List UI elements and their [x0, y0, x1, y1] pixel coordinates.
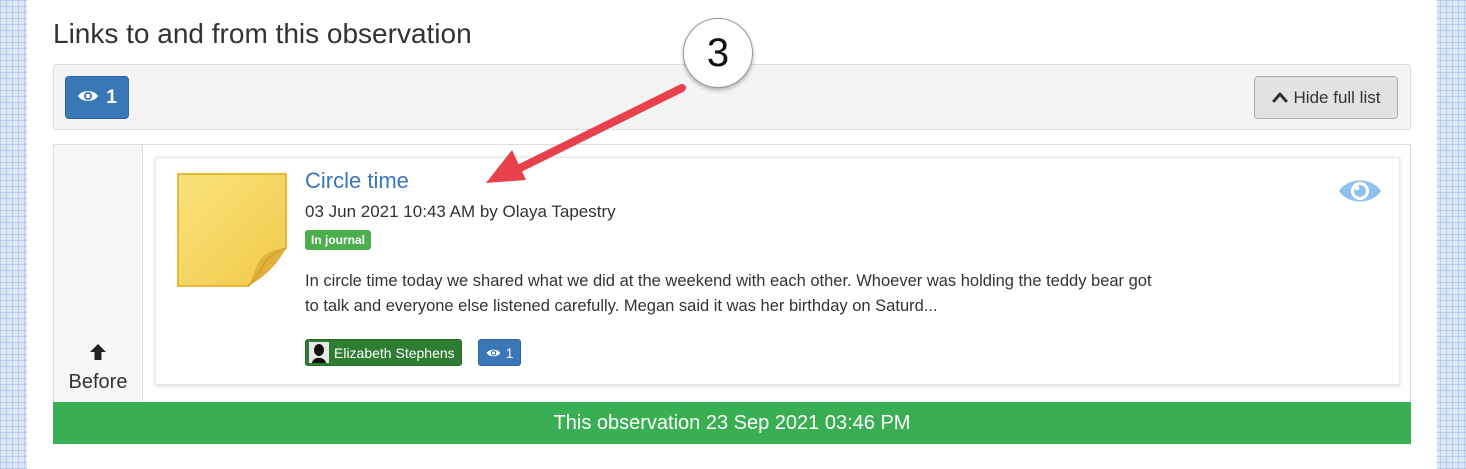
observation-title-link[interactable]: Circle time [305, 168, 409, 194]
before-label: Before [68, 371, 128, 393]
observation-meta: 03 Jun 2021 10:43 AM by Olaya Tapestry [305, 202, 616, 221]
observation-excerpt: In circle time today we shared what we d… [305, 272, 1152, 315]
views-count-button[interactable]: 1 [65, 76, 129, 119]
linked-observations-panel: Before Circle time 03 Jun 2021 10:43 AM … [53, 144, 1411, 404]
eye-icon[interactable] [1337, 176, 1383, 211]
child-tag[interactable]: Elizabeth Stephens [305, 339, 462, 366]
child-name: Elizabeth Stephens [334, 344, 455, 361]
views-count: 1 [106, 86, 117, 108]
hide-full-list-button[interactable]: Hide full list [1254, 76, 1398, 119]
card-views-count: 1 [505, 344, 514, 361]
in-journal-badge: In journal [305, 230, 371, 250]
section-title: Links to and from this observation [53, 18, 472, 49]
chevron-up-icon [1272, 88, 1288, 108]
current-observation-bar: This observation 23 Sep 2021 03:46 PM [53, 402, 1411, 444]
avatar [309, 342, 329, 363]
hide-full-list-label: Hide full list [1293, 87, 1381, 107]
sticky-note-icon [176, 172, 288, 293]
eye-icon [486, 345, 501, 361]
before-column: Before [54, 145, 143, 403]
arrow-up-icon [88, 342, 108, 367]
linked-observation-card[interactable]: Circle time 03 Jun 2021 10:43 AM by Olay… [155, 157, 1400, 385]
eye-icon [77, 87, 99, 109]
card-views-tag[interactable]: 1 [478, 339, 521, 366]
step-number-callout: 3 [683, 18, 753, 88]
